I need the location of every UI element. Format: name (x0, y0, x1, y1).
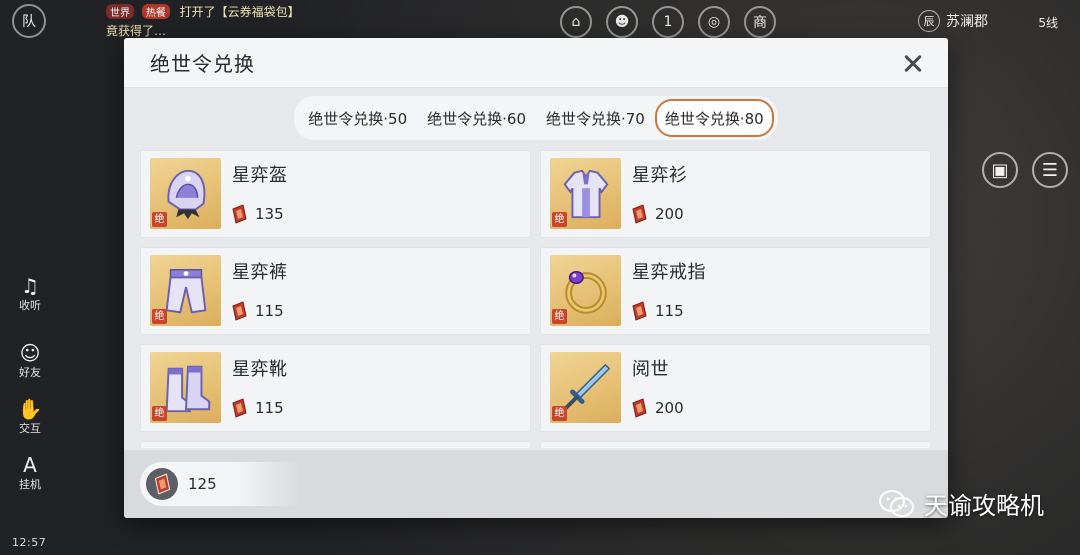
item-card[interactable]: 绝 星弈衫 200 (540, 150, 931, 238)
token-icon (146, 468, 178, 500)
location-indicator[interactable]: 辰 苏澜郡 (918, 10, 988, 32)
item-card[interactable]: 绝 星弈盔 135 (140, 150, 531, 238)
item-name: 阅世 (632, 359, 669, 380)
calendar-icon[interactable]: 1 (652, 6, 684, 38)
listen-label: 收听 (19, 299, 41, 312)
friends-icon: ☺ (19, 341, 41, 365)
team-button[interactable]: 队 (12, 4, 46, 38)
interact-button[interactable]: ✋ 交互 (8, 398, 52, 436)
hud-top-bar: 队 世界 热餐 打开了【云券福袋包】 竟获得了… ⌂ ☻ 1 ◎ 商 辰 苏澜郡… (0, 0, 1080, 42)
compass-icon[interactable]: ◎ (698, 6, 730, 38)
item-price-value: 135 (255, 205, 284, 223)
afk-label: 挂机 (19, 478, 41, 491)
listen-button[interactable]: ♫ 收听 (8, 275, 52, 313)
item-price: 200 (629, 203, 684, 225)
item-price-value: 115 (655, 302, 684, 320)
item-card[interactable] (140, 441, 531, 448)
item-price: 200 (629, 397, 684, 419)
token-balance: 125 (140, 462, 300, 506)
afk-icon: A (23, 453, 37, 477)
item-price-value: 200 (655, 205, 684, 223)
friends-button[interactable]: ☺ 好友 (8, 342, 52, 380)
chat-ticker[interactable]: 世界 热餐 打开了【云券福袋包】 竟获得了… (106, 3, 300, 39)
item-price: 115 (629, 300, 684, 322)
shop-button[interactable]: 商 (744, 6, 776, 38)
item-name: 星弈靴 (232, 359, 288, 380)
modal-footer: 125 (124, 450, 948, 518)
tab-exchange-60[interactable]: 绝世令兑换·60 (417, 101, 536, 135)
tab-exchange-80[interactable]: 绝世令兑换·80 (654, 99, 774, 137)
item-price: 115 (229, 300, 284, 322)
token-icon (232, 398, 247, 418)
item-thumbnail: 绝 (150, 158, 221, 229)
friends-label: 好友 (19, 366, 41, 379)
token-icon (232, 301, 247, 321)
item-card[interactable]: 绝 星弈裤 115 (140, 247, 531, 335)
clock-time: 12:57 (12, 536, 47, 549)
item-price: 115 (229, 397, 284, 419)
item-price-value: 115 (255, 302, 284, 320)
item-name: 星弈戒指 (632, 262, 706, 283)
token-balance-value: 125 (188, 475, 217, 493)
location-symbol: 辰 (918, 10, 940, 32)
grade-badge: 绝 (152, 212, 167, 227)
grade-badge: 绝 (552, 309, 567, 324)
modal-header: 绝世令兑换 (124, 38, 948, 88)
modal-title: 绝世令兑换 (150, 52, 255, 76)
hud-icon-row: ⌂ ☻ 1 ◎ 商 (560, 6, 776, 38)
watermark: 天谕攻略机 (878, 486, 1044, 521)
item-thumbnail: 绝 (150, 255, 221, 326)
item-price: 135 (229, 203, 284, 225)
item-name: 星弈裤 (232, 262, 288, 283)
tab-exchange-50[interactable]: 绝世令兑换·50 (298, 101, 417, 135)
tab-bar: 绝世令兑换·50 绝世令兑换·60 绝世令兑换·70 绝世令兑换·80 (294, 96, 778, 140)
item-card[interactable]: 绝 阅世 200 (540, 344, 931, 432)
shop-label: 商 (753, 15, 767, 31)
wechat-icon (879, 489, 914, 517)
location-name: 苏澜郡 (946, 14, 988, 30)
afk-button[interactable]: A 挂机 (8, 454, 52, 492)
team-label: 队 (22, 14, 36, 30)
token-icon (632, 398, 647, 418)
item-thumbnail: 绝 (550, 352, 621, 423)
calendar-day: 1 (663, 14, 673, 30)
grade-badge: 绝 (152, 406, 167, 421)
token-icon (632, 204, 647, 224)
close-button[interactable] (900, 50, 926, 76)
item-list[interactable]: 绝 星弈盔 135 绝 星弈衫 200 绝 星弈裤 115 绝 星弈戒指 115… (140, 150, 932, 448)
item-name: 星弈衫 (632, 165, 688, 186)
exchange-modal: 绝世令兑换 绝世令兑换·50 绝世令兑换·60 绝世令兑换·70 绝世令兑换·8… (124, 38, 948, 518)
left-sidebar: ♫ 收听 ☺ 好友 ✋ 交互 A 挂机 12:57 (0, 70, 60, 555)
grade-badge: 绝 (152, 309, 167, 324)
headphones-icon: ♫ (21, 274, 39, 298)
item-price-value: 115 (255, 399, 284, 417)
item-name: 星弈盔 (232, 165, 288, 186)
tab-exchange-70[interactable]: 绝世令兑换·70 (536, 101, 655, 135)
item-thumbnail: 绝 (550, 255, 621, 326)
item-card[interactable]: 绝 星弈戒指 115 (540, 247, 931, 335)
chat-hot-badge: 热餐 (141, 4, 170, 19)
watermark-text: 天谕攻略机 (924, 492, 1044, 520)
chat-line-1: 打开了【云券福袋包】 (179, 5, 300, 19)
item-thumbnail: 绝 (550, 158, 621, 229)
token-icon (632, 301, 647, 321)
token-icon (232, 204, 247, 224)
bag-icon[interactable]: ▣ (982, 152, 1018, 188)
item-card[interactable]: 绝 星弈靴 115 (140, 344, 531, 432)
home-icon[interactable]: ⌂ (560, 6, 592, 38)
tabs-container: 绝世令兑换·50 绝世令兑换·60 绝世令兑换·70 绝世令兑换·80 (124, 96, 948, 140)
interact-icon: ✋ (17, 397, 43, 421)
item-thumbnail: 绝 (150, 352, 221, 423)
grade-badge: 绝 (552, 406, 567, 421)
grade-badge: 绝 (552, 212, 567, 227)
server-line[interactable]: 5线 (1038, 14, 1058, 31)
interact-label: 交互 (19, 422, 41, 435)
menu-icon[interactable]: ☰ (1032, 152, 1068, 188)
item-price-value: 200 (655, 399, 684, 417)
item-card[interactable] (540, 441, 931, 448)
mask-icon[interactable]: ☻ (606, 6, 638, 38)
chat-line-2: 竟获得了… (106, 24, 167, 38)
chat-channel-badge: 世界 (106, 4, 134, 19)
